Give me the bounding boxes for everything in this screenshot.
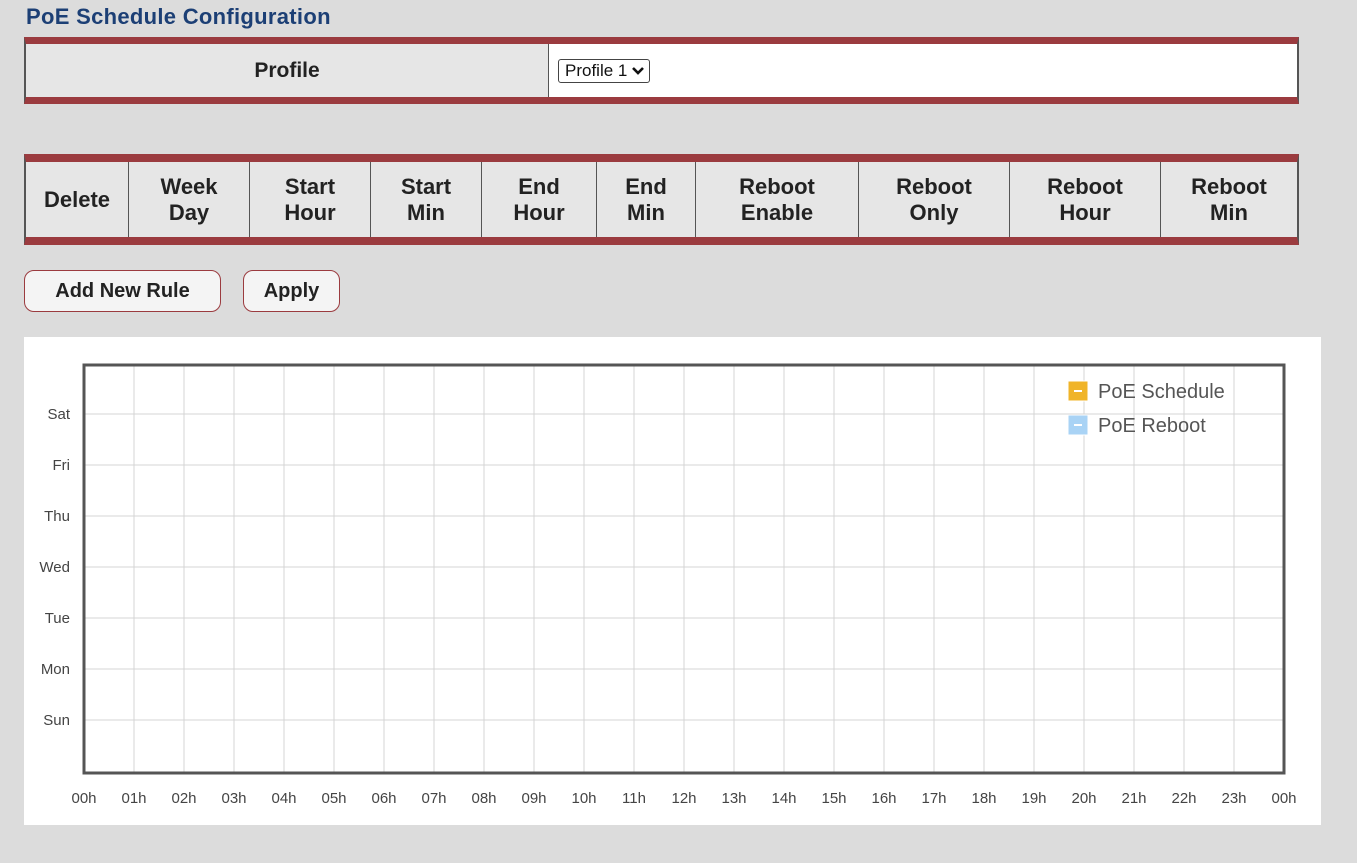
col-end-hour-line1: End — [518, 173, 560, 199]
col-reboot-min-line2: Min — [1210, 199, 1248, 225]
col-reboot-enable-line2: Enable — [740, 199, 814, 225]
x-tick-label: 21h — [1121, 790, 1146, 807]
x-tick-label: 00h — [1271, 790, 1296, 807]
x-tick-label: 14h — [771, 790, 796, 807]
col-reboot-enable: Reboot Enable — [696, 162, 859, 237]
y-tick-label: Tue — [45, 610, 70, 627]
col-reboot-only-line2: Only — [909, 199, 959, 225]
apply-button[interactable]: Apply — [243, 270, 340, 312]
profile-cell: Profile 1 — [549, 44, 1297, 97]
profile-select-value: Profile 1 — [565, 60, 628, 80]
x-tick-label: 20h — [1071, 790, 1096, 807]
x-tick-label: 17h — [921, 790, 946, 807]
x-tick-label: 00h — [71, 790, 96, 807]
col-reboot-hour-line1: Reboot — [1047, 173, 1123, 199]
y-tick-label: Wed — [39, 559, 70, 576]
x-tick-label: 06h — [371, 790, 396, 807]
profile-select[interactable]: Profile 1 — [558, 58, 651, 83]
rule-table-header: Delete Week Day Start Hour Start Min End Hou… — [24, 154, 1299, 245]
x-tick-label: 07h — [421, 790, 446, 807]
x-tick-label: 19h — [1021, 790, 1046, 807]
col-start-hour-line1: Start — [284, 173, 336, 199]
y-tick-label: Sat — [47, 406, 70, 423]
x-tick-label: 22h — [1171, 790, 1196, 807]
profile-label: Profile — [26, 44, 549, 97]
x-tick-label: 23h — [1221, 790, 1246, 807]
col-reboot-only: Reboot Only — [859, 162, 1010, 237]
x-tick-label: 04h — [271, 790, 296, 807]
col-start-min: Start Min — [371, 162, 482, 237]
col-reboot-hour: Reboot Hour — [1010, 162, 1161, 237]
page-title: PoE Schedule Configuration — [26, 4, 331, 29]
add-new-rule-button[interactable]: Add New Rule — [24, 270, 221, 312]
x-tick-label: 10h — [571, 790, 596, 807]
col-end-hour-line2: Hour — [513, 199, 565, 225]
y-tick-label: Thu — [44, 508, 70, 525]
col-reboot-only-line1: Reboot — [896, 173, 972, 199]
x-tick-label: 11h — [622, 790, 646, 807]
x-tick-label: 09h — [521, 790, 546, 807]
x-tick-label: 18h — [971, 790, 996, 807]
col-end-hour: End Hour — [482, 162, 597, 237]
legend-label: PoE Reboot — [1098, 415, 1206, 437]
legend-label: PoE Schedule — [1098, 381, 1225, 403]
x-tick-label: 08h — [471, 790, 496, 807]
x-tick-label: 13h — [721, 790, 746, 807]
col-end-min: End Min — [597, 162, 696, 237]
col-reboot-min-line1: Reboot — [1191, 173, 1267, 199]
x-tick-label: 01h — [121, 790, 146, 807]
x-tick-label: 02h — [171, 790, 196, 807]
col-start-hour-line2: Hour — [284, 199, 336, 225]
col-start-min-line1: Start — [400, 173, 452, 199]
col-delete-label: Delete — [43, 186, 111, 212]
col-reboot-enable-line1: Reboot — [739, 173, 815, 199]
col-reboot-min: Reboot Min — [1161, 162, 1297, 237]
col-end-min-line1: End — [625, 173, 667, 199]
chevron-down-icon — [632, 66, 645, 75]
x-tick-label: 12h — [671, 790, 696, 807]
col-start-min-line2: Min — [407, 199, 445, 225]
col-reboot-hour-line2: Hour — [1059, 199, 1111, 225]
col-start-hour: Start Hour — [250, 162, 371, 237]
x-tick-label: 15h — [821, 790, 846, 807]
x-tick-label: 05h — [321, 790, 346, 807]
x-tick-label: 16h — [871, 790, 896, 807]
col-week-day: Week Day — [129, 162, 250, 237]
y-tick-label: Mon — [41, 661, 70, 678]
profile-table: Profile Profile 1 — [24, 37, 1299, 104]
y-tick-label: Sun — [43, 712, 70, 729]
col-end-min-line2: Min — [627, 199, 665, 225]
x-tick-label: 03h — [221, 790, 246, 807]
col-week-day-line1: Week — [160, 173, 218, 199]
schedule-chart-svg: Sun Mon Tue Wed Thu Fri Sat 00h 01h 02h 03h 04h 05h 0… — [39, 363, 1297, 807]
col-delete: Delete — [26, 162, 129, 237]
schedule-chart: Sun Mon Tue Wed Thu Fri Sat 00h 01h 02h 03h 04h 05h 0… — [24, 337, 1321, 825]
col-week-day-line2: Day — [168, 199, 210, 225]
y-tick-label: Fri — [53, 457, 71, 474]
